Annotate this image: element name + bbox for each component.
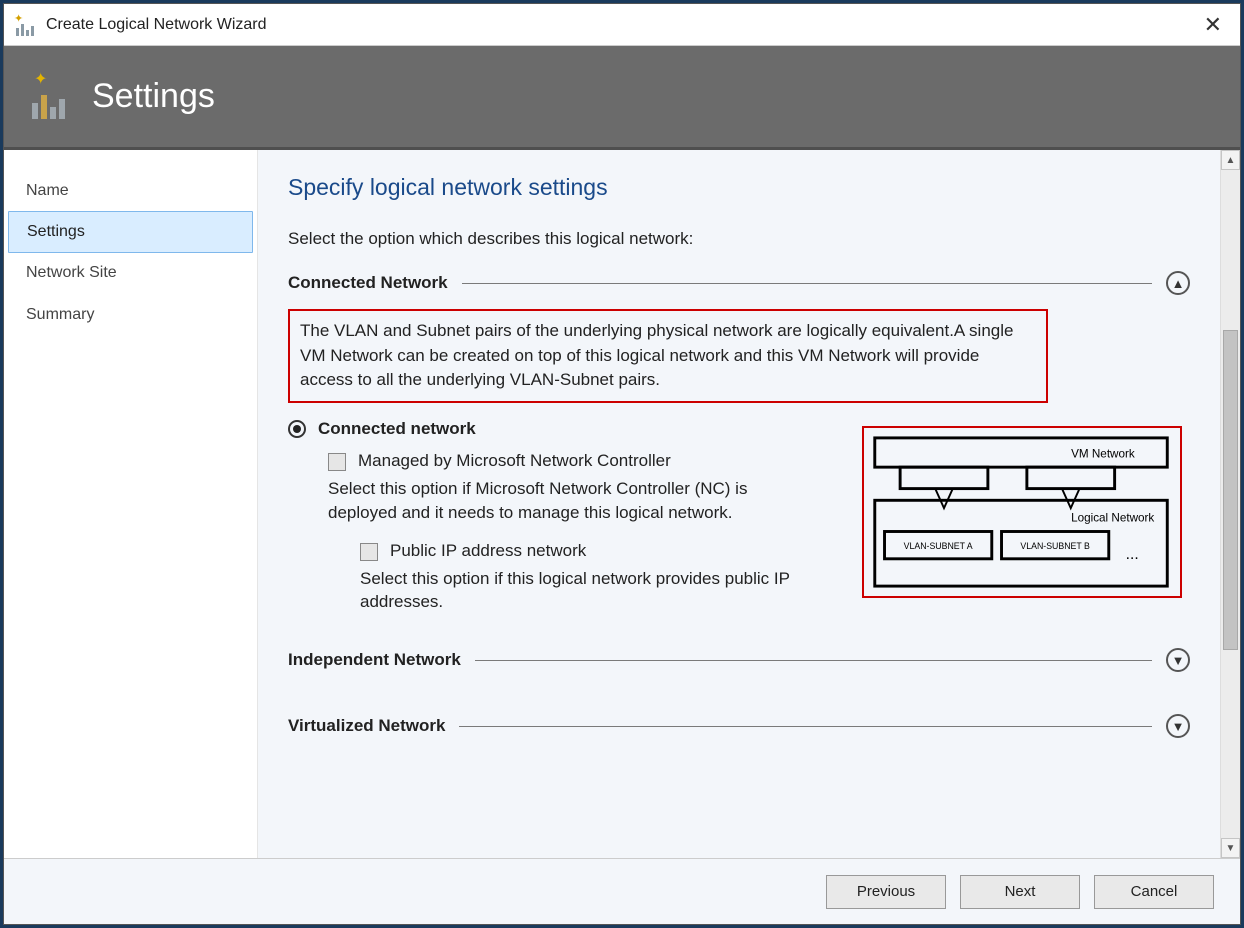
vertical-scrollbar[interactable]: ▲ ▼ — [1220, 150, 1240, 858]
svg-text:VLAN-SUBNET B: VLAN-SUBNET B — [1020, 541, 1090, 551]
svg-text:Logical Network: Logical Network — [1071, 512, 1154, 525]
expand-virtualized-icon[interactable]: ▼ — [1166, 714, 1190, 738]
scroll-thumb[interactable] — [1223, 330, 1238, 650]
expand-independent-icon[interactable]: ▼ — [1166, 648, 1190, 672]
sidebar-item-name[interactable]: Name — [4, 170, 257, 212]
titlebar: ✦ Create Logical Network Wizard ✕ — [4, 4, 1240, 46]
sidebar-item-settings[interactable]: Settings — [8, 211, 253, 253]
footer: Previous Next Cancel — [4, 858, 1240, 924]
sidebar-item-summary[interactable]: Summary — [4, 294, 257, 336]
window-title: Create Logical Network Wizard — [46, 16, 1196, 34]
section-connected-title: Connected Network — [288, 273, 448, 293]
cancel-button[interactable]: Cancel — [1094, 875, 1214, 909]
banner: ✦ Settings — [4, 46, 1240, 150]
public-ip-desc: Select this option if this logical netwo… — [360, 567, 790, 615]
wizard-icon: ✦ — [14, 14, 36, 36]
connected-description: The VLAN and Subnet pairs of the underly… — [288, 309, 1048, 403]
svg-text:VM Network: VM Network — [1071, 447, 1135, 460]
wizard-window: ✦ Create Logical Network Wizard ✕ ✦ Sett… — [3, 3, 1241, 925]
section-virtualized-title: Virtualized Network — [288, 716, 445, 736]
banner-title: Settings — [92, 77, 215, 116]
managed-by-nc-label: Managed by Microsoft Network Controller — [358, 451, 671, 471]
connected-network-radio-label: Connected network — [318, 419, 476, 439]
public-ip-label: Public IP address network — [390, 541, 586, 561]
previous-button[interactable]: Previous — [826, 875, 946, 909]
sidebar: Name Settings Network Site Summary — [4, 150, 258, 858]
main-panel: Specify logical network settings Select … — [258, 150, 1220, 858]
svg-text:...: ... — [1126, 546, 1139, 563]
connected-network-radio[interactable] — [288, 420, 306, 438]
svg-text:VLAN-SUBNET A: VLAN-SUBNET A — [904, 541, 973, 551]
managed-by-nc-desc: Select this option if Microsoft Network … — [328, 477, 798, 525]
sidebar-item-network-site[interactable]: Network Site — [4, 252, 257, 294]
section-independent-title: Independent Network — [288, 650, 461, 670]
managed-by-nc-checkbox[interactable] — [328, 453, 346, 471]
close-icon[interactable]: ✕ — [1196, 14, 1230, 36]
banner-icon: ✦ — [32, 75, 76, 119]
scroll-up-icon[interactable]: ▲ — [1221, 150, 1240, 170]
network-diagram: VM Network Logical Network VLAN-SUBNET A — [862, 426, 1182, 598]
public-ip-checkbox[interactable] — [360, 543, 378, 561]
next-button[interactable]: Next — [960, 875, 1080, 909]
page-subheading: Select the option which describes this l… — [288, 229, 1190, 249]
page-heading: Specify logical network settings — [288, 174, 1190, 201]
scroll-down-icon[interactable]: ▼ — [1221, 838, 1240, 858]
collapse-connected-icon[interactable]: ▲ — [1166, 271, 1190, 295]
